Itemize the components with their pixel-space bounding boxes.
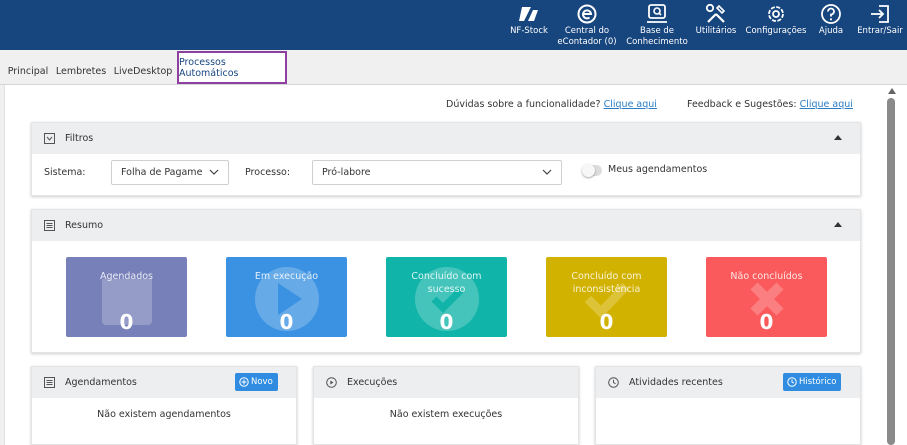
card-sucesso-title-2: sucesso (427, 284, 466, 295)
processo-select[interactable]: Pró-labore (312, 160, 562, 185)
execucoes-empty: Não existem execuções (389, 409, 503, 420)
card-em-execucao-title: Em execução (254, 271, 319, 282)
nf-stock-icon (519, 3, 539, 25)
list-icon (44, 377, 55, 388)
chevron-down-icon (209, 167, 219, 180)
summary-icon (44, 220, 55, 231)
tab-lembretes[interactable]: Lembretes (56, 58, 106, 84)
sistema-label: Sistema: (44, 167, 86, 178)
filters-panel: Filtros Sistema: Folha de Pagame Process… (31, 122, 861, 196)
novo-button[interactable]: Novo (235, 373, 278, 391)
configuracoes-label: Configurações (745, 26, 807, 36)
atividades-title: Atividades recentes (629, 377, 723, 388)
execucoes-panel: Execuções Não existem execuções (313, 366, 579, 445)
top-bar: NF-Stock Central do eContador (0) Base d… (0, 0, 907, 50)
tools-icon (705, 3, 727, 25)
agendamentos-title: Agendamentos (65, 377, 137, 388)
tab-livedesktop[interactable]: LiveDesktop (114, 58, 173, 84)
central-label-1: Central do (564, 26, 610, 36)
agendamentos-panel: Agendamentos Novo Não existem agendament… (31, 366, 297, 445)
help-question-link[interactable]: Clique aqui (604, 99, 657, 110)
card-nao-concluidos[interactable]: Não concluídos 0 (706, 257, 827, 337)
historico-button[interactable]: Histórico (783, 373, 842, 391)
base-label-1: Base de (639, 26, 675, 36)
base-label-2: Conhecimento (626, 37, 688, 47)
tab-processos-automaticos[interactable]: Processos Automáticos (177, 51, 287, 84)
card-concluido-sucesso[interactable]: Concluído com sucesso 0 (386, 257, 507, 337)
entrar-sair-nav[interactable]: Entrar/Sair (855, 0, 905, 50)
utilitarios-label: Utilitários (695, 26, 737, 36)
execucoes-title: Execuções (347, 377, 398, 388)
history-icon (787, 377, 797, 387)
card-concluido-inconsistencia[interactable]: Concluído com inconsistência 0 (546, 257, 667, 337)
feedback-text: Feedback e Sugestões: (687, 99, 797, 110)
card-em-execucao-count: 0 (279, 310, 294, 334)
card-inconsistencia-title: Concluído com inconsistência (546, 270, 667, 296)
card-sucesso-count: 0 (439, 310, 454, 334)
plus-circle-icon (239, 377, 249, 387)
sistema-value: Folha de Pagame (121, 167, 203, 178)
help-question: Dúvidas sobre a funcionalidade? Clique a… (446, 99, 657, 110)
processo-value: Pró-labore (322, 167, 371, 178)
play-circle-icon (326, 377, 337, 388)
card-em-execucao[interactable]: Em execução 0 (226, 257, 347, 337)
ajuda-label: Ajuda (818, 26, 844, 36)
central-label-2: eContador (0) (557, 37, 617, 47)
historico-button-label: Histórico (799, 377, 837, 387)
feedback-line: Feedback e Sugestões: Clique aqui (687, 99, 853, 110)
knowledge-base-icon (646, 3, 668, 25)
vertical-scrollbar[interactable] (884, 85, 907, 445)
configuracoes-nav[interactable]: Configurações (745, 0, 807, 50)
card-sucesso-title-1: Concluído com (411, 271, 482, 282)
card-inconsistencia-count: 0 (599, 310, 614, 334)
card-sucesso-title: Concluído com sucesso (386, 270, 507, 296)
econtador-icon (577, 3, 597, 25)
card-nao-concluidos-count: 0 (759, 310, 774, 334)
nf-stock-nav[interactable]: NF-Stock (509, 0, 549, 50)
entrar-sair-label: Entrar/Sair (857, 26, 903, 36)
scroll-up-arrow[interactable] (888, 88, 896, 94)
agendamentos-empty: Não existem agendamentos (97, 409, 231, 420)
meus-agendamentos-label: Meus agendamentos (608, 164, 708, 175)
collapse-filters-icon[interactable] (834, 135, 842, 140)
summary-title: Resumo (65, 220, 104, 231)
card-inconsistencia-title-2: inconsistência (572, 284, 641, 295)
sistema-select[interactable]: Folha de Pagame (111, 160, 229, 185)
collapse-summary-icon[interactable] (834, 222, 842, 227)
utilitarios-nav[interactable]: Utilitários (694, 0, 738, 50)
chevron-down-icon (542, 167, 552, 180)
atividades-panel: Atividades recentes Histórico (595, 366, 861, 445)
ajuda-nav[interactable]: Ajuda (815, 0, 847, 50)
gear-icon (765, 3, 787, 25)
nf-stock-label: NF-Stock (510, 26, 548, 36)
help-question-text: Dúvidas sobre a funcionalidade? (446, 99, 601, 110)
scroll-thumb[interactable] (887, 98, 895, 445)
card-agendados-count: 0 (119, 310, 134, 334)
filters-header[interactable]: Filtros (32, 123, 860, 154)
feedback-link[interactable]: Clique aqui (800, 99, 853, 110)
tab-principal[interactable]: Principal (7, 58, 49, 84)
tab-bar: Principal Lembretes LiveDesktop Processo… (0, 50, 907, 85)
novo-button-label: Novo (251, 377, 273, 387)
card-agendados-title: Agendados (99, 271, 154, 282)
execucoes-header: Execuções (314, 367, 578, 398)
central-econtador-nav[interactable]: Central do eContador (0) (556, 0, 618, 50)
help-icon (820, 3, 842, 25)
base-conhecimento-nav[interactable]: Base de Conhecimento (626, 0, 688, 50)
clock-icon (608, 377, 619, 388)
processo-label: Processo: (245, 167, 291, 178)
summary-header[interactable]: Resumo (32, 210, 860, 241)
login-icon (869, 3, 891, 25)
filters-title: Filtros (65, 133, 94, 144)
card-inconsistencia-title-1: Concluído com (571, 271, 642, 282)
card-agendados[interactable]: Agendados 0 (66, 257, 187, 337)
filter-icon (44, 133, 55, 144)
meus-agendamentos-toggle[interactable] (582, 164, 602, 177)
card-nao-concluidos-title: Não concluídos (730, 271, 803, 282)
